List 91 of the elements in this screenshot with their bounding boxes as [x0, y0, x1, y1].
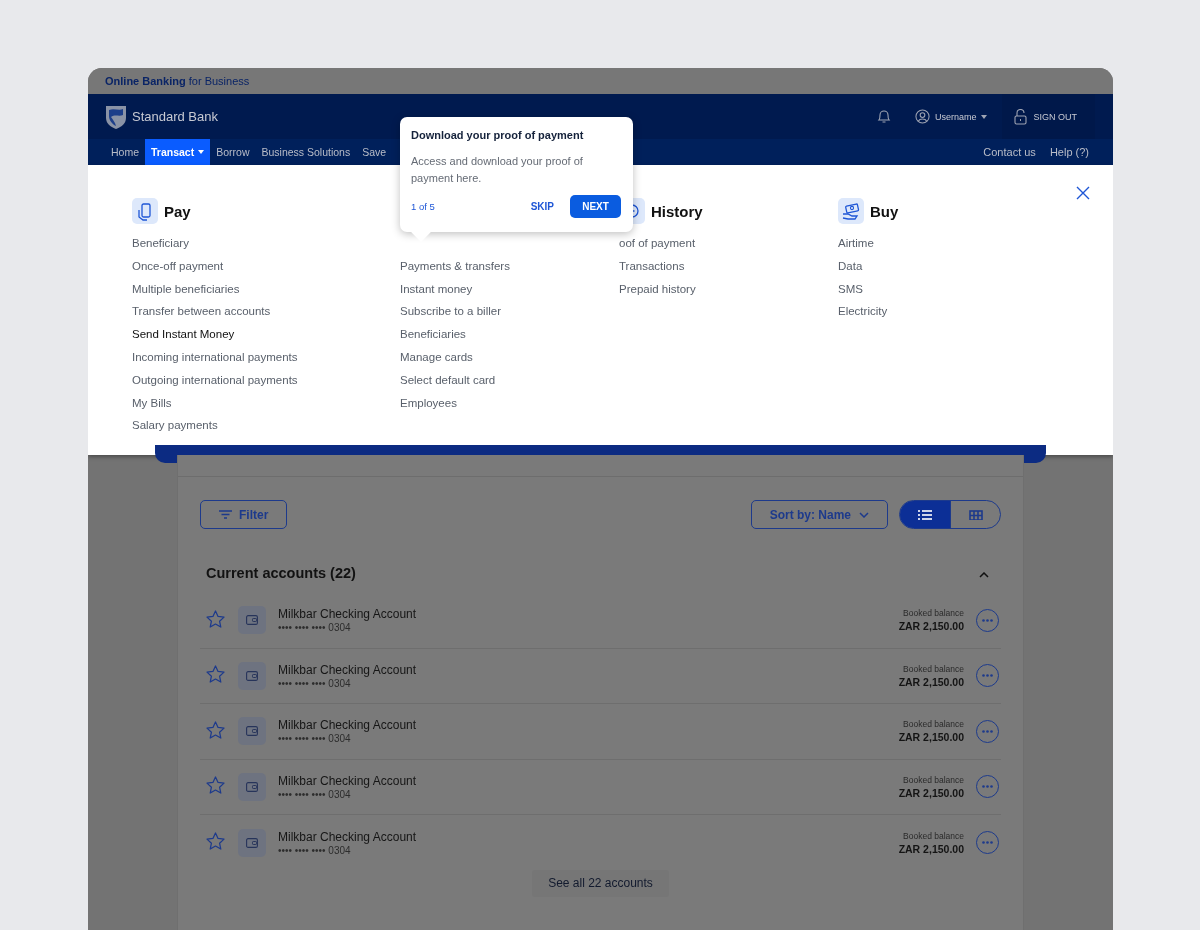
- hand-phone-icon: [132, 198, 158, 224]
- balance-amount: ZAR 2,150.00: [898, 731, 964, 744]
- more-options-button[interactable]: [976, 775, 999, 799]
- menu-link[interactable]: Prepaid history: [619, 277, 696, 301]
- account-name: Milkbar Checking Account: [278, 773, 417, 788]
- nav-link[interactable]: Contact us: [983, 146, 1036, 158]
- balance-label: Booked balance: [903, 830, 964, 841]
- sign-out-button[interactable]: SIGN OUT: [1002, 94, 1095, 139]
- brand-name: Standard Bank: [132, 109, 218, 124]
- grid-icon: [968, 509, 983, 520]
- account-name: Milkbar Checking Account: [278, 829, 417, 844]
- chevron-down-icon: [859, 511, 869, 518]
- nav-tab[interactable]: Business Solutions: [255, 139, 357, 165]
- menu-link[interactable]: My Bills: [132, 391, 172, 415]
- user-menu[interactable]: Username: [914, 109, 988, 124]
- menu-heading: Pay: [164, 202, 191, 220]
- balance-amount: ZAR 2,150.00: [898, 786, 964, 799]
- next-button[interactable]: NEXT: [570, 195, 621, 218]
- nav-tab[interactable]: Home: [105, 139, 145, 165]
- ellipsis-icon: [982, 729, 993, 733]
- shield-logo-icon: [105, 103, 127, 130]
- list-icon: [918, 509, 932, 520]
- tooltip-title: Download your proof of payment: [411, 129, 585, 141]
- ellipsis-icon: [982, 618, 993, 622]
- ellipsis-icon: [982, 785, 993, 789]
- account-name: Milkbar Checking Account: [278, 718, 417, 733]
- account-name: Milkbar Checking Account: [278, 662, 417, 677]
- account-name: Milkbar Checking Account: [278, 607, 417, 622]
- nav-tab[interactable]: Transact: [145, 139, 211, 165]
- lock-icon: [1014, 108, 1028, 125]
- caret-icon: [981, 114, 988, 119]
- menu-link[interactable]: Transactions: [619, 254, 685, 278]
- menu-link[interactable]: Payments & transfers: [400, 254, 510, 278]
- wallet-icon: [238, 717, 266, 746]
- star-icon[interactable]: [206, 609, 225, 631]
- account-number: •••• •••• •••• 0304: [278, 622, 352, 634]
- tooltip-text: Access and download your proof of payment here.: [411, 154, 584, 186]
- wallet-icon: [238, 661, 266, 690]
- menu-link[interactable]: oof of payment: [619, 232, 696, 255]
- nav-link[interactable]: Help (?): [1049, 146, 1089, 158]
- section-title: Current accounts (22): [206, 565, 356, 581]
- account-number: •••• •••• •••• 0304: [278, 733, 352, 745]
- balance-amount: ZAR 2,150.00: [898, 620, 964, 633]
- hand-cash-icon: [838, 198, 864, 224]
- balance-label: Booked balance: [903, 774, 964, 785]
- step-counter: 1 of 5: [411, 201, 435, 212]
- menu-link[interactable]: Employees: [400, 391, 457, 415]
- see-all-button[interactable]: See all 22 accounts: [532, 869, 669, 897]
- menu-link[interactable]: Airtime: [838, 232, 874, 255]
- menu-link[interactable]: Salary payments: [132, 414, 218, 438]
- menu-link[interactable]: SMS: [838, 277, 863, 301]
- balance-label: Booked balance: [903, 663, 964, 674]
- wallet-icon: [238, 772, 266, 801]
- close-icon[interactable]: [1075, 185, 1091, 201]
- menu-link[interactable]: Send Instant Money: [132, 323, 235, 346]
- menu-link[interactable]: Incoming international payments: [132, 346, 298, 369]
- balance-amount: ZAR 2,150.00: [898, 842, 964, 855]
- menu-link[interactable]: Beneficiary: [132, 232, 189, 255]
- wallet-icon: [238, 606, 266, 635]
- nav-tab[interactable]: Borrow: [210, 139, 256, 165]
- menu-link[interactable]: Once-off payment: [132, 254, 224, 278]
- menu-link[interactable]: Electricity: [838, 300, 888, 324]
- menu-link[interactable]: Data: [838, 254, 863, 278]
- nav-tab[interactable]: Save: [356, 139, 393, 165]
- menu-link[interactable]: Instant money: [400, 277, 473, 301]
- ellipsis-icon: [982, 841, 993, 845]
- filter-icon: [219, 510, 232, 519]
- skip-button[interactable]: SKIP: [524, 200, 560, 213]
- bell-icon[interactable]: [876, 109, 891, 124]
- wallet-icon: [238, 828, 266, 857]
- product-title: Online Banking for Business: [105, 75, 250, 87]
- menu-link[interactable]: Outgoing international payments: [132, 368, 298, 392]
- caret-icon: [198, 150, 205, 154]
- balance-label: Booked balance: [903, 608, 964, 619]
- menu-link[interactable]: Multiple beneficiaries: [132, 277, 240, 301]
- star-icon[interactable]: [206, 720, 225, 742]
- ellipsis-icon: [982, 674, 993, 678]
- menu-link[interactable]: Subscribe to a biller: [400, 300, 501, 324]
- view-toggle[interactable]: [900, 501, 950, 528]
- menu-heading: History: [651, 202, 703, 220]
- menu-link[interactable]: Beneficiaries: [400, 323, 466, 346]
- account-number: •••• •••• •••• 0304: [278, 788, 352, 800]
- account-number: •••• •••• •••• 0304: [278, 677, 352, 689]
- menu-link[interactable]: Select default card: [400, 368, 496, 392]
- balance-label: Booked balance: [903, 719, 964, 730]
- menu-link[interactable]: Transfer between accounts: [132, 300, 271, 324]
- user-icon: [914, 109, 930, 124]
- balance-amount: ZAR 2,150.00: [898, 675, 964, 688]
- menu-link[interactable]: Manage cards: [400, 346, 473, 369]
- menu-heading: Buy: [870, 202, 899, 220]
- account-number: •••• •••• •••• 0304: [278, 844, 352, 856]
